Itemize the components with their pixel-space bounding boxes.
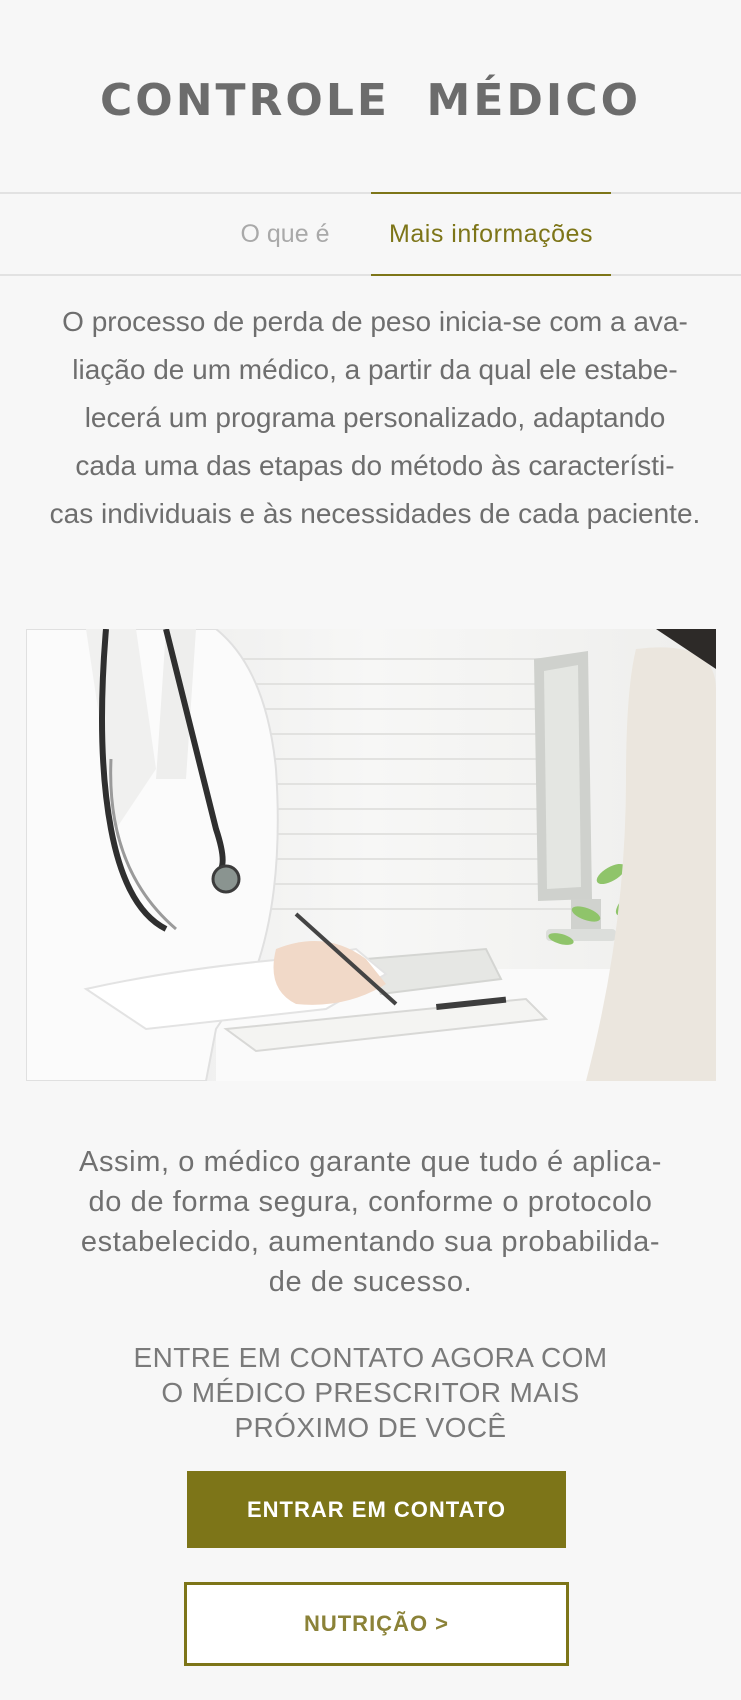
nutrition-button[interactable]: NUTRIÇÃO > xyxy=(184,1582,569,1666)
body-line: Assim, o médico garante que tudo é aplic… xyxy=(79,1146,662,1178)
tab-mais-informacoes[interactable]: Mais informações xyxy=(371,192,611,276)
cta-line: ENTRE EM CONTATO AGORA COM xyxy=(133,1342,608,1373)
body-line: estabelecido, aumentando sua probabilida… xyxy=(80,1226,661,1258)
cta-heading: ENTRE EM CONTATO AGORA COM O MÉDICO PRES… xyxy=(40,1340,701,1445)
intro-line: lecerá um programa personalizado, adapta… xyxy=(84,402,666,433)
cta-line: PRÓXIMO DE VOCÊ xyxy=(234,1412,507,1443)
body-line: do de forma segura, conforme o protocolo xyxy=(88,1186,653,1218)
doctor-photo xyxy=(26,629,716,1081)
tab-o-que-e[interactable]: O que é xyxy=(222,192,348,276)
intro-paragraph: O processo de perda de peso inicia-se co… xyxy=(30,298,720,538)
tab-bar: O que é Mais informações xyxy=(0,192,741,276)
intro-line: cas individuais e às necessidades de cad… xyxy=(49,498,701,529)
body-paragraph: Assim, o médico garante que tudo é aplic… xyxy=(20,1142,721,1302)
intro-line: O processo de perda de peso inicia-se co… xyxy=(62,306,688,337)
intro-line: liação de um médico, a partir da qual el… xyxy=(72,354,678,385)
page-header: CONTROLE MÉDICO xyxy=(0,0,741,192)
intro-line: cada uma das etapas do método às caracte… xyxy=(75,450,675,481)
contact-button[interactable]: ENTRAR EM CONTATO xyxy=(187,1471,566,1548)
page-title: CONTROLE MÉDICO xyxy=(100,74,641,126)
cta-line: O MÉDICO PRESCRITOR MAIS xyxy=(161,1377,580,1408)
body-line: de de sucesso. xyxy=(268,1266,473,1298)
